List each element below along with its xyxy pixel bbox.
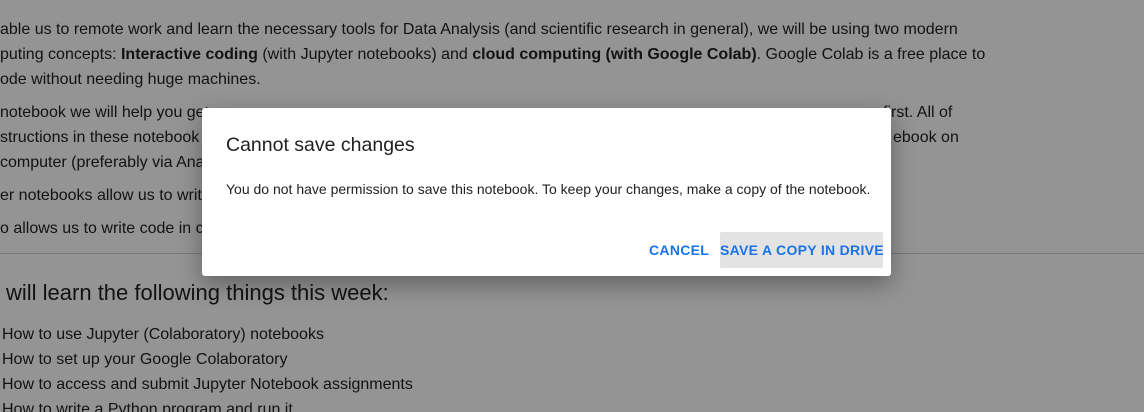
cancel-button[interactable]: CANCEL bbox=[641, 232, 717, 268]
notebook-page: able us to remote work and learn the nec… bbox=[0, 0, 1144, 412]
save-copy-in-drive-button[interactable]: SAVE A COPY IN DRIVE bbox=[720, 232, 884, 268]
dialog-title: Cannot save changes bbox=[226, 134, 415, 156]
save-error-dialog: Cannot save changes You do not have perm… bbox=[202, 108, 891, 276]
dialog-message: You do not have permission to save this … bbox=[226, 181, 871, 197]
